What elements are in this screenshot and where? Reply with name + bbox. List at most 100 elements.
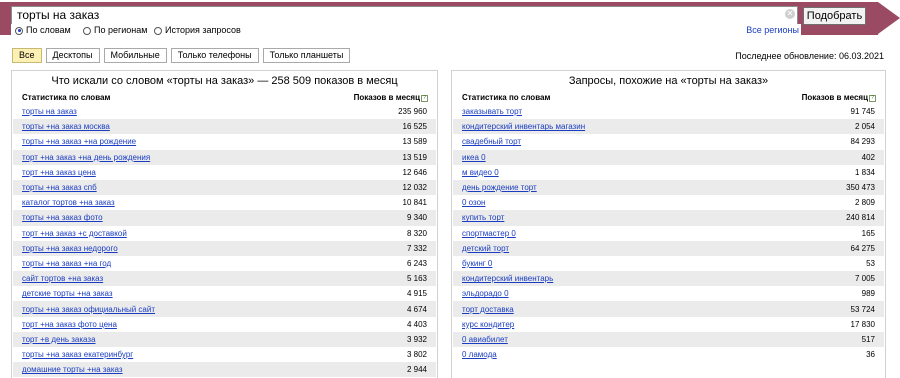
shows-count: 13 519 [402,152,427,162]
shows-count: 64 275 [850,243,875,253]
shows-count: 4 674 [406,304,427,314]
query-link[interactable]: м видео 0 [462,168,499,177]
query-link[interactable]: торт доставка [462,305,514,314]
query-link[interactable]: детский торт [462,244,509,253]
shows-count: 7 332 [406,243,427,253]
query-link[interactable]: торты +на заказ +на рождение [22,137,136,146]
query-link[interactable]: каталог тортов +на заказ [22,198,115,207]
query-link[interactable]: торты на заказ [22,107,77,116]
table-row: торты +на заказ фото 9 340 [13,210,436,226]
shows-count: 517 [861,334,875,344]
radio-icon[interactable] [154,26,162,35]
shows-count: 36 [866,350,875,360]
shows-count: 350 473 [846,183,875,193]
query-link[interactable]: торт +на заказ +на день рождения [22,153,150,162]
similar-table: заказывать торт 91 745 кондитерский инвент… [453,104,884,363]
query-link[interactable]: букинг 0 [462,259,492,268]
query-link[interactable]: домашние торты +на заказ [22,365,123,374]
query-link[interactable]: торты +на заказ +на год [22,259,111,268]
close-icon[interactable]: ✕ [785,9,795,19]
query-link[interactable]: кондитерский инвентарь [462,274,553,283]
mode-by-regions-label: По регионам [94,25,148,35]
words-table: торты на заказ 235 960 торты +на заказ мос… [13,104,436,378]
shows-count: 13 589 [402,137,427,147]
query-link[interactable]: сайт тортов +на заказ [22,274,103,283]
query-link[interactable]: торты +на заказ фото [22,213,103,222]
shows-count: 16 525 [402,122,427,132]
column-header-shows: Показов в месяц ? [354,92,428,104]
query-link[interactable]: свадебный торт [462,137,521,146]
query-link[interactable]: 0 авиабилет [462,335,508,344]
query-link[interactable]: торты +на заказ официальный сайт [22,305,155,314]
query-link[interactable]: курс кондитер [462,320,514,329]
tab-all[interactable]: Все [12,48,42,63]
table-row: 0 авиабилет 517 [453,331,884,347]
query-link[interactable]: торты +на заказ недорого [22,244,118,253]
shows-count: 4 403 [406,319,427,329]
query-link[interactable]: день рождение торт [462,183,537,192]
tab-phones-only[interactable]: Только телефоны [170,48,259,63]
table-row: курс кондитер 17 830 [453,316,884,332]
help-icon[interactable]: ? [421,94,428,102]
table-row: торт +на заказ +на день рождения 13 519 [13,149,436,165]
table-row: икеа 0 402 [453,149,884,165]
tab-tablets-only[interactable]: Только планшеты [262,48,351,63]
query-link[interactable]: заказывать торт [462,107,522,116]
query-link[interactable]: торт +на заказ +с доставкой [22,229,127,238]
similar-queries-panel: Запросы, похожие на «торты на заказ» Ста… [451,70,886,378]
radio-icon[interactable] [83,26,91,35]
query-link[interactable]: торты +на заказ москва [22,122,110,131]
column-header-shows: Показов в месяц ? [802,92,876,104]
search-input[interactable]: торты на заказ [11,6,798,25]
shows-count: 3 802 [406,350,427,360]
mode-by-regions[interactable]: По регионам [83,24,147,37]
help-icon[interactable]: ? [869,94,876,102]
query-link[interactable]: 0 озон [462,198,485,207]
shows-count: 53 [866,258,875,268]
query-link[interactable]: купить торт [462,213,504,222]
table-row: 0 озон 2 809 [453,195,884,211]
shows-count: 91 745 [850,107,875,117]
shows-count: 5 163 [406,274,427,284]
column-header-shows-label: Показов в месяц [353,93,420,102]
mode-by-words[interactable]: По словам [15,24,71,37]
table-row: торты +на заказ +на год 6 243 [13,255,436,272]
table-row: торты +на заказ недорого 7 332 [13,240,436,256]
query-link[interactable]: икеа 0 [462,153,486,162]
query-link[interactable]: кондитерский инвентарь магазин [462,122,585,131]
mode-history[interactable]: История запросов [154,24,241,37]
column-header-words: Статистика по словам [22,93,111,102]
panel-title: Запросы, похожие на «торты на заказ» [568,75,769,87]
table-row: 0 ламода 36 [453,347,884,363]
all-regions-link[interactable]: Все регионы [746,24,799,37]
query-link[interactable]: торт +на заказ фото цена [22,320,117,329]
device-tabs: Все Десктопы Мобильные Только телефоны Т… [12,48,354,63]
query-link[interactable]: спортмастер 0 [462,229,516,238]
query-link[interactable]: торты +на заказ спб [22,183,97,192]
submit-button[interactable]: Подобрать [803,7,866,25]
query-link[interactable]: детские торты +на заказ [22,289,113,298]
query-link[interactable]: торт +в день заказа [22,335,96,344]
shows-count: 4 915 [406,289,427,299]
column-header-shows-label: Показов в месяц [801,93,868,102]
table-row: каталог тортов +на заказ 10 841 [13,195,436,211]
shows-count: 17 830 [850,319,875,329]
table-row: спортмастер 0 165 [453,225,884,241]
table-row: эльдорадо 0 989 [453,286,884,302]
table-row: кондитерский инвентарь 7 005 [453,271,884,287]
table-row: торт +на заказ цена 12 646 [13,164,436,180]
table-row: торты +на заказ москва 16 525 [13,119,436,135]
shows-count: 2 944 [406,365,427,375]
table-row: м видео 0 1 834 [453,164,884,180]
column-header-words: Статистика по словам [462,93,551,102]
radio-selected-icon[interactable] [15,26,23,35]
shows-count: 2 054 [854,122,875,132]
query-link[interactable]: торт +на заказ цена [22,168,96,177]
tab-desktops[interactable]: Десктопы [45,48,100,63]
words-stats-panel: Что искали со словом «торты на заказ» — … [11,70,438,378]
query-link[interactable]: торты +на заказ екатеринбург [22,350,133,359]
query-link[interactable]: эльдорадо 0 [462,289,509,298]
table-row: торты +на заказ +на рождение 13 589 [13,134,436,150]
query-link[interactable]: 0 ламода [462,350,497,359]
tab-mobile[interactable]: Мобильные [103,48,167,63]
